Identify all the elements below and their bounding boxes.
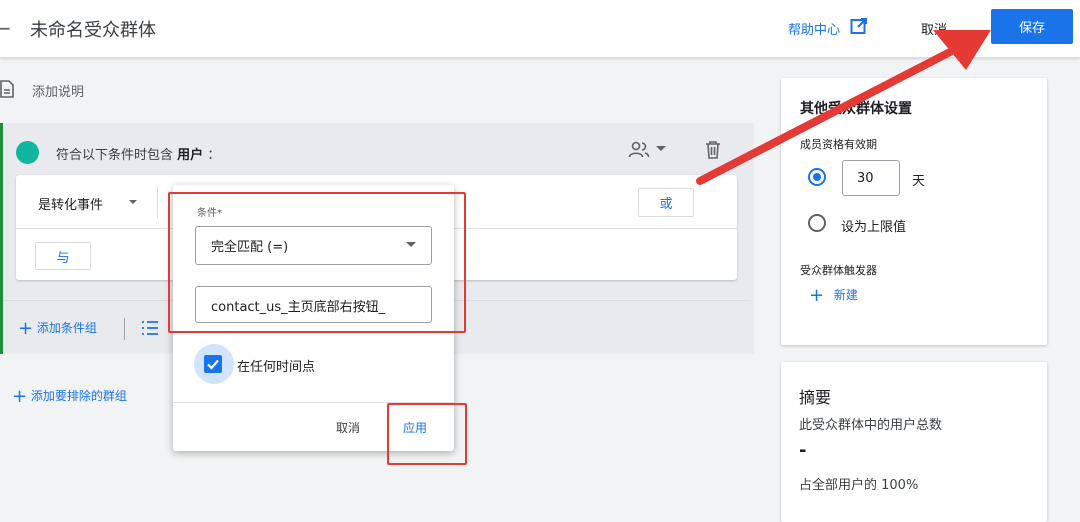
annotation-arrow <box>696 30 991 185</box>
